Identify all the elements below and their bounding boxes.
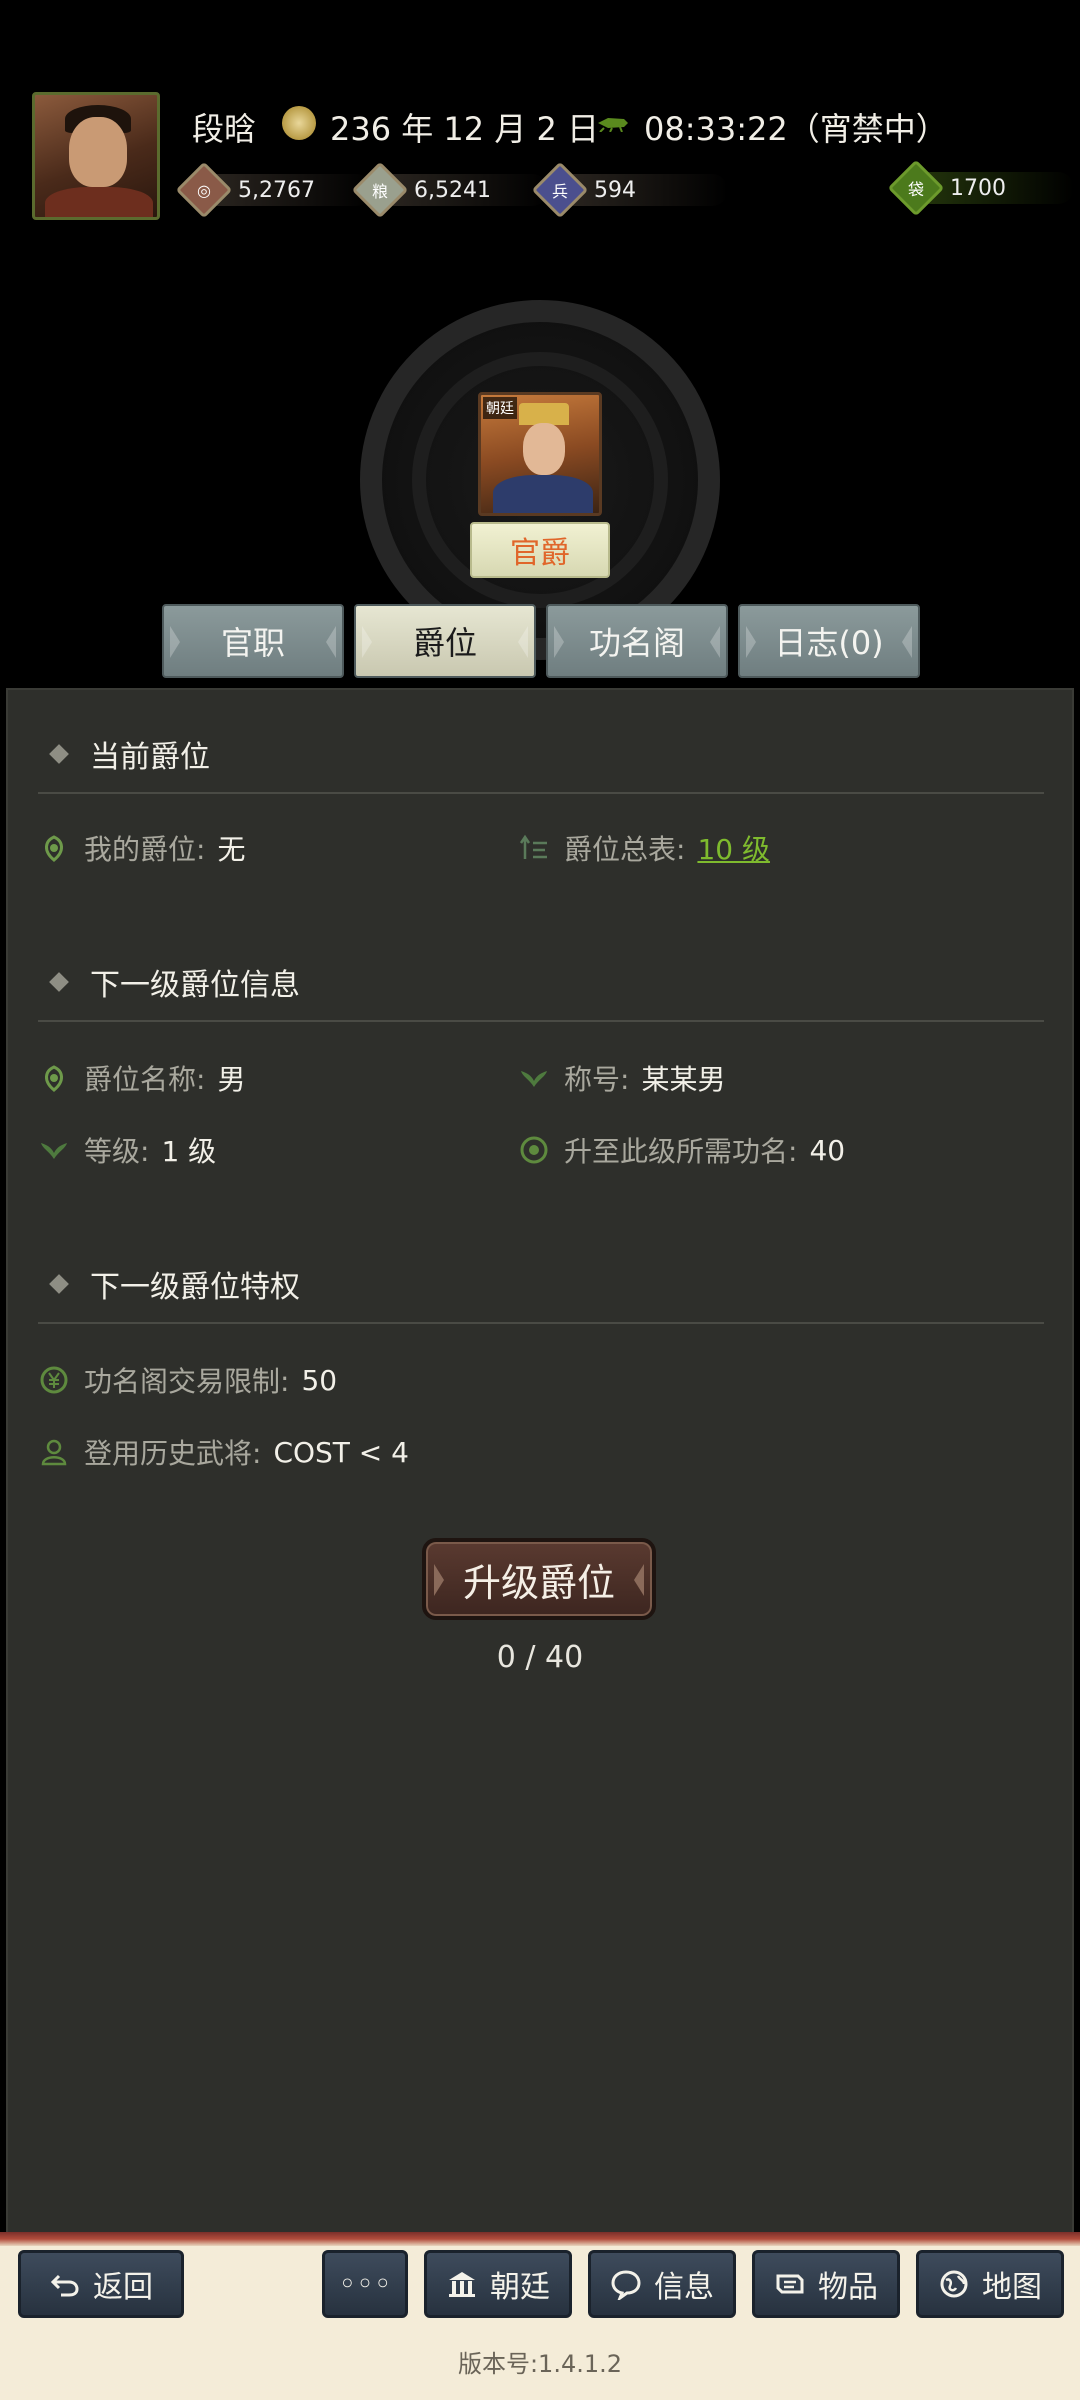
- section-next-info-title: 下一级爵位信息: [90, 968, 300, 1003]
- trade-limit-label: 功名阁交易限制:: [84, 1365, 290, 1398]
- rank-list-icon: [518, 832, 550, 864]
- tab-merit-pavilion[interactable]: 功名阁: [546, 604, 728, 678]
- court-tag: 朝廷: [483, 397, 517, 419]
- merit-progress: 0 / 40: [496, 1640, 584, 1675]
- calendar-icon: [282, 106, 316, 140]
- nobility-panel: 当前爵位 我的爵位: 无 爵位总表: 10 级 下一级爵位信息 爵位名称: 男 …: [6, 688, 1074, 2238]
- next-rank-name-label: 爵位名称:: [84, 1063, 206, 1096]
- next-rank-title-row: 称号: 某某男: [518, 1058, 725, 1098]
- diamond-bullet-icon: [49, 744, 69, 764]
- official-robe: [493, 475, 593, 513]
- my-rank-row: 我的爵位: 无: [38, 828, 245, 868]
- more-button[interactable]: ◦◦◦: [322, 2250, 408, 2318]
- diamond-bullet-icon: [49, 1274, 69, 1294]
- historical-general-row: 登用历史武将: COST < 4: [38, 1432, 409, 1472]
- next-rank-requirement-row: 升至此级所需功名: 40: [518, 1130, 845, 1170]
- laurel-icon: [38, 1062, 70, 1094]
- palace-icon: [446, 2268, 478, 2300]
- player-name: 段晗: [192, 110, 257, 148]
- cricket-icon: [598, 118, 628, 132]
- resource-coin[interactable]: ◎ 5,2767: [175, 161, 372, 219]
- tab-nobility[interactable]: 爵位: [354, 604, 536, 678]
- laurel-icon: [38, 832, 70, 864]
- next-rank-level-label: 等级:: [84, 1135, 150, 1168]
- tab-log[interactable]: 日志(0): [738, 604, 920, 678]
- general-bust-icon: [38, 1436, 70, 1468]
- back-button[interactable]: 返回: [18, 2250, 184, 2318]
- next-rank-level-value: 1 级: [161, 1135, 217, 1168]
- items-button[interactable]: 物品: [752, 2250, 900, 2318]
- crown: [519, 403, 569, 425]
- back-arrow-icon: [49, 2268, 81, 2300]
- next-rank-name-row: 爵位名称: 男: [38, 1058, 245, 1098]
- game-time: 08:33:22（宵禁中）: [644, 110, 948, 148]
- rank-table-link[interactable]: 10 级: [697, 828, 770, 868]
- version-label: 版本号:1.4.1.2: [457, 2350, 623, 2378]
- globe-icon: [938, 2268, 970, 2300]
- info-label: 信息: [654, 2270, 714, 2305]
- next-rank-level-row: 等级: 1 级: [38, 1130, 216, 1170]
- my-rank-value: 无: [217, 833, 246, 866]
- historical-general-label: 登用历史武将:: [84, 1437, 262, 1470]
- next-rank-title-value: 某某男: [641, 1063, 726, 1096]
- game-date: 236 年 12 月 2 日: [330, 110, 600, 148]
- upgrade-rank-button[interactable]: 升级爵位: [422, 1538, 656, 1620]
- bottom-nav: 返回 ◦◦◦ 朝廷 信息 物品 地图 版本号:1.4.1.2: [0, 2232, 1080, 2400]
- section-current-heading: 当前爵位: [42, 732, 210, 776]
- wings-icon: [518, 1062, 550, 1094]
- court-label: 朝廷: [490, 2270, 550, 2305]
- info-button[interactable]: 信息: [588, 2250, 736, 2318]
- next-rank-title-label: 称号:: [564, 1063, 630, 1096]
- rank-table-row: 爵位总表: 10 级: [518, 828, 770, 868]
- resource-money-value: 1700: [950, 175, 1006, 201]
- next-rank-requirement-label: 升至此级所需功名:: [564, 1135, 798, 1168]
- merit-seal-icon: [518, 1134, 550, 1166]
- map-button[interactable]: 地图: [916, 2250, 1064, 2318]
- items-label: 物品: [818, 2270, 878, 2305]
- money-bag-icon: 袋: [887, 159, 945, 217]
- resource-coin-value: 5,2767: [238, 177, 315, 203]
- header: 段晗 236 年 12 月 2 日 08:33:22（宵禁中） ◎ 5,2767…: [0, 0, 1080, 680]
- soldier-icon: 兵: [531, 161, 589, 219]
- wings-icon: [38, 1134, 70, 1166]
- section-privileges-heading: 下一级爵位特权: [42, 1262, 300, 1306]
- more-dots-icon: ◦◦◦: [338, 2266, 392, 2302]
- rank-table-label: 爵位总表:: [564, 833, 686, 866]
- next-rank-name-value: 男: [217, 1063, 246, 1096]
- divider: [38, 1322, 1044, 1324]
- trade-limit-row: 功名阁交易限制: 50: [38, 1360, 337, 1400]
- player-avatar[interactable]: [32, 92, 160, 220]
- official-face: [523, 423, 565, 475]
- rank-badge: 官爵: [470, 522, 610, 578]
- trade-limit-value: 50: [301, 1363, 338, 1397]
- my-rank-label: 我的爵位:: [84, 833, 206, 866]
- tab-official-post[interactable]: 官职: [162, 604, 344, 678]
- section-current-title: 当前爵位: [90, 740, 210, 775]
- avatar-face: [69, 117, 127, 187]
- resource-grain[interactable]: 粮 6,5241: [351, 161, 548, 219]
- resource-soldier[interactable]: 兵 594: [531, 161, 728, 219]
- divider: [38, 792, 1044, 794]
- map-label: 地图: [982, 2270, 1042, 2305]
- yen-coin-icon: [38, 1364, 70, 1396]
- resource-grain-value: 6,5241: [414, 177, 491, 203]
- coin-icon: ◎: [175, 161, 233, 219]
- court-button[interactable]: 朝廷: [424, 2250, 572, 2318]
- chat-bubble-icon: [610, 2268, 642, 2300]
- resource-soldier-value: 594: [594, 177, 636, 203]
- resource-money[interactable]: 袋 1700: [887, 159, 1074, 217]
- section-privileges-title: 下一级爵位特权: [90, 1270, 300, 1305]
- grain-icon: 粮: [351, 161, 409, 219]
- diamond-bullet-icon: [49, 972, 69, 992]
- avatar-robe: [45, 187, 153, 217]
- section-next-info-heading: 下一级爵位信息: [42, 960, 300, 1004]
- divider: [38, 1020, 1044, 1022]
- back-label: 返回: [93, 2270, 153, 2305]
- next-rank-requirement-value: 40: [809, 1133, 846, 1167]
- historical-general-value: COST < 4: [273, 1435, 409, 1469]
- scroll-icon: [774, 2268, 806, 2300]
- decorative-trim: [0, 2232, 1080, 2246]
- court-official-avatar[interactable]: 朝廷: [478, 392, 602, 516]
